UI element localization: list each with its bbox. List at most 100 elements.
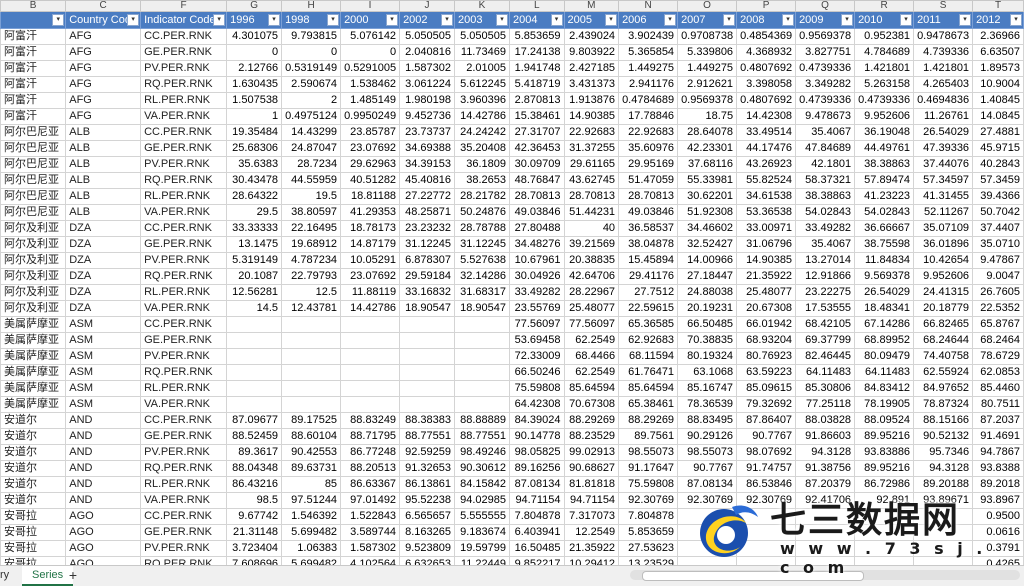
table-cell[interactable]: 阿尔巴尼亚	[0, 188, 67, 205]
table-cell[interactable]: ALB	[65, 156, 142, 173]
table-cell[interactable]: 54.02843	[854, 204, 915, 221]
table-cell[interactable]: PV.PER.RNK	[140, 348, 228, 365]
table-cell[interactable]	[226, 380, 283, 397]
header-cell[interactable]: 2008 ▾	[736, 11, 797, 29]
table-cell[interactable]: 84.83412	[854, 380, 915, 397]
table-cell[interactable]: 66.50246	[508, 364, 565, 381]
table-cell[interactable]	[913, 540, 974, 557]
table-cell[interactable]: 2.36966	[972, 28, 1024, 45]
table-cell[interactable]: 20.19231	[677, 300, 738, 317]
table-cell[interactable]: 12.2549	[563, 524, 620, 541]
table-cell[interactable]: 28.70813	[508, 188, 565, 205]
table-cell[interactable]: 9.478673	[795, 108, 856, 125]
table-cell[interactable]: 44.55959	[281, 172, 342, 189]
column-letter[interactable]: C	[65, 0, 142, 12]
table-cell[interactable]: ASM	[65, 332, 142, 349]
table-cell[interactable]: 88.04348	[226, 460, 283, 477]
table-cell[interactable]: 84.97652	[913, 380, 974, 397]
table-cell[interactable]: 43.62745	[563, 172, 620, 189]
table-cell[interactable]: 52.11267	[913, 204, 974, 221]
table-cell[interactable]: 23.85787	[340, 124, 401, 141]
table-cell[interactable]: 87.86407	[736, 412, 797, 429]
table-cell[interactable]: 97.51244	[281, 492, 342, 509]
table-cell[interactable]: 97.01492	[340, 492, 401, 509]
table-cell[interactable]: 3.902439	[618, 28, 679, 45]
table-cell[interactable]: 88.20513	[340, 460, 401, 477]
table-cell[interactable]: 0.5291005	[340, 60, 401, 77]
table-cell[interactable]: 3.827751	[795, 44, 856, 61]
table-cell[interactable]: 89.63731	[281, 460, 342, 477]
table-cell[interactable]: 7.804878	[618, 508, 679, 525]
table-cell[interactable]: 5.339806	[677, 44, 738, 61]
table-cell[interactable]: 62.2549	[563, 332, 620, 349]
table-cell[interactable]: 19.5	[281, 188, 342, 205]
table-cell[interactable]: 0.952381	[854, 28, 915, 45]
table-cell[interactable]: AGO	[65, 508, 142, 525]
table-cell[interactable]: 28.70813	[563, 188, 620, 205]
table-cell[interactable]: 美属萨摩亚	[0, 316, 67, 333]
table-cell[interactable]: 87.08134	[677, 476, 738, 493]
table-cell[interactable]: DZA	[65, 300, 142, 317]
table-cell[interactable]: 85.4460	[972, 380, 1024, 397]
table-cell[interactable]: 4.784689	[854, 44, 915, 61]
table-cell[interactable]: 54.02843	[795, 204, 856, 221]
column-letter[interactable]: H	[281, 0, 342, 12]
table-cell[interactable]: AND	[65, 412, 142, 429]
table-cell[interactable]: 14.0845	[972, 108, 1024, 125]
table-cell[interactable]: 42.23301	[677, 140, 738, 157]
table-cell[interactable]	[226, 364, 283, 381]
table-cell[interactable]: 0.0616	[972, 524, 1024, 541]
table-cell[interactable]: 57.34597	[913, 172, 974, 189]
table-cell[interactable]	[854, 524, 915, 541]
table-cell[interactable]: 0.4265	[972, 556, 1024, 565]
table-cell[interactable]: 4.265403	[913, 76, 974, 93]
column-letter[interactable]: O	[677, 0, 738, 12]
table-cell[interactable]: 0.4975124	[281, 108, 342, 125]
table-cell[interactable]: 84.39024	[508, 412, 565, 429]
table-cell[interactable]: 88.88889	[454, 412, 510, 429]
table-cell[interactable]: 1.587302	[399, 60, 456, 77]
table-cell[interactable]: 23.55769	[508, 300, 565, 317]
table-cell[interactable]: AFG	[65, 28, 142, 45]
table-cell[interactable]: CC.PER.RNK	[140, 28, 228, 45]
table-cell[interactable]: 31.12245	[399, 236, 456, 253]
table-cell[interactable]: 阿富汗	[0, 44, 67, 61]
table-cell[interactable]: ASM	[65, 348, 142, 365]
table-cell[interactable]: 77.56097	[508, 316, 565, 333]
table-cell[interactable]: 99.02913	[563, 444, 620, 461]
table-cell[interactable]: 安道尔	[0, 460, 67, 477]
table-cell[interactable]: 40	[563, 220, 620, 237]
table-cell[interactable]: 90.7767	[736, 428, 797, 445]
column-letter[interactable]: B	[0, 0, 67, 12]
table-cell[interactable]: PV.PER.RNK	[140, 156, 228, 173]
table-cell[interactable]: AGO	[65, 540, 142, 557]
table-cell[interactable]	[399, 348, 456, 365]
table-cell[interactable]: 14.87179	[340, 236, 401, 253]
table-cell[interactable]: 安道尔	[0, 476, 67, 493]
header-cell[interactable]: 2012 ▾	[972, 11, 1024, 29]
table-cell[interactable]: 94.71154	[508, 492, 565, 509]
table-cell[interactable]: 17.24138	[508, 44, 565, 61]
table-cell[interactable]: 安哥拉	[0, 508, 67, 525]
table-cell[interactable]: 33.00971	[736, 220, 797, 237]
table-cell[interactable]	[399, 396, 456, 413]
table-cell[interactable]: 阿尔及利亚	[0, 252, 67, 269]
table-cell[interactable]: 77.25118	[795, 396, 856, 413]
table-cell[interactable]: 31.12245	[454, 236, 510, 253]
table-cell[interactable]: 安哥拉	[0, 524, 67, 541]
table-cell[interactable]: AGO	[65, 524, 142, 541]
table-cell[interactable]: 91.38756	[795, 460, 856, 477]
table-cell[interactable]: 2.040816	[399, 44, 456, 61]
table-cell[interactable]: 89.95216	[854, 460, 915, 477]
table-cell[interactable]: 2.941176	[618, 76, 679, 93]
table-cell[interactable]: 91.86603	[795, 428, 856, 445]
table-cell[interactable]: 65.38461	[618, 396, 679, 413]
table-cell[interactable]: 36.1809	[454, 156, 510, 173]
table-cell[interactable]: 35.4067	[795, 124, 856, 141]
header-cell[interactable]: 2004 ▾	[508, 11, 565, 29]
table-cell[interactable]: 28.22967	[563, 284, 620, 301]
table-cell[interactable]: 14.90385	[563, 108, 620, 125]
table-cell[interactable]: 87.09677	[226, 412, 283, 429]
table-cell[interactable]: 45.40816	[399, 172, 456, 189]
table-cell[interactable]: RL.PER.RNK	[140, 188, 228, 205]
